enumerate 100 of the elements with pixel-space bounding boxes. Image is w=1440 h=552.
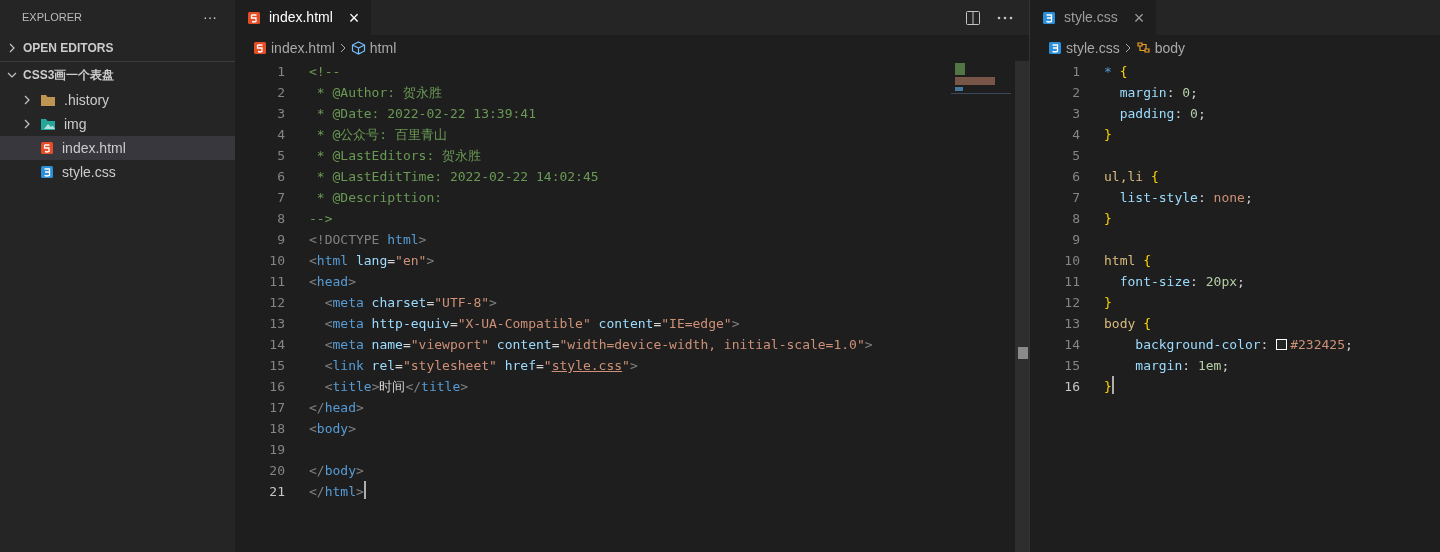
text-cursor	[363, 481, 366, 499]
code-text: >	[629, 357, 638, 375]
css-file-icon	[1042, 10, 1056, 25]
code-text: rel	[370, 357, 396, 375]
line-number: 4	[276, 126, 285, 144]
html-file-icon	[247, 10, 261, 25]
code-text: {	[1150, 168, 1159, 186]
code-text: list-style	[1118, 189, 1198, 207]
breadcrumb-item[interactable]: html	[369, 37, 397, 59]
line-number: 1	[1071, 63, 1080, 81]
editor-tab[interactable]: style.css ×	[1030, 0, 1157, 35]
chevron-right-icon	[7, 43, 17, 53]
close-icon[interactable]: ×	[348, 8, 360, 27]
code-text: * @LastEditors: 贺永胜	[315, 147, 482, 165]
line-number: 9	[276, 231, 285, 249]
code-text: none	[1213, 189, 1245, 207]
code-text: 0	[1182, 84, 1191, 102]
line-number: 13	[1063, 315, 1080, 333]
line-number: 14	[268, 336, 285, 354]
code-text: >	[731, 315, 740, 333]
code-text: >	[460, 378, 469, 396]
code-text: :	[1197, 189, 1207, 207]
line-number: 8	[276, 210, 285, 228]
code-text: margin	[1134, 357, 1183, 375]
scrollbar[interactable]	[1015, 61, 1029, 552]
close-icon[interactable]: ×	[1133, 8, 1145, 27]
code-text: >	[348, 420, 356, 438]
code-text: :	[1182, 357, 1192, 375]
line-number: 6	[276, 168, 285, 186]
line-number: 3	[276, 105, 285, 123]
code-text: >	[864, 336, 873, 354]
code-text: name	[370, 336, 403, 354]
line-number: 13	[268, 315, 285, 333]
code-text: "stylesheet"	[402, 357, 497, 375]
more-icon[interactable]: ···	[203, 7, 217, 28]
css-file-icon	[40, 165, 54, 179]
breadcrumb-item[interactable]: style.css	[1066, 37, 1120, 59]
code-text: >	[355, 462, 364, 480]
code-text: {	[1143, 252, 1151, 270]
code-text: html	[316, 252, 349, 270]
tree-item[interactable]: style.css	[0, 160, 235, 184]
code-text: title	[421, 378, 461, 396]
code-text: >	[355, 399, 364, 417]
code-text: http-equiv	[370, 315, 450, 333]
color-swatch[interactable]	[1276, 339, 1288, 350]
code-text: padding	[1118, 105, 1175, 123]
line-number: 2	[276, 84, 285, 102]
line-number: 7	[1071, 189, 1080, 207]
code-text: body	[1104, 315, 1137, 333]
code-text: content	[495, 336, 552, 354]
line-number: 16	[1063, 378, 1080, 396]
code-text: ;	[1237, 273, 1245, 291]
chevron-right-icon	[22, 119, 32, 129]
code-text: :	[1166, 84, 1176, 102]
line-number: 12	[268, 294, 285, 312]
code-text: "IE=edge"	[661, 315, 732, 333]
code-text: 20px	[1205, 273, 1238, 291]
code-text: meta	[332, 294, 364, 312]
code-text: content	[597, 315, 654, 333]
code-text: </	[309, 462, 325, 480]
breadcrumb-item[interactable]: index.html	[271, 37, 335, 59]
code-text: }	[1104, 210, 1112, 228]
section-header[interactable]: CSS3画一个表盘	[0, 62, 235, 88]
code-text: <	[309, 420, 317, 438]
section-header[interactable]: OPEN EDITORS	[0, 35, 235, 61]
code-text: <	[323, 336, 333, 354]
code-text: </	[309, 399, 325, 417]
code-text: "viewport"	[410, 336, 490, 354]
code-text: font-size	[1118, 273, 1191, 291]
code-text: -->	[309, 210, 333, 228]
more-icon[interactable]	[997, 15, 1013, 20]
breadcrumb-item[interactable]: body	[1154, 37, 1186, 59]
code-text: *	[1104, 63, 1113, 81]
tree-item[interactable]: index.html	[0, 136, 235, 160]
code-text: background-color	[1134, 336, 1261, 354]
css-file-icon	[1048, 41, 1062, 55]
split-editor-icon[interactable]	[965, 9, 981, 26]
code-text: :	[1260, 336, 1270, 354]
code-text: link	[332, 357, 364, 375]
code-text: margin	[1118, 84, 1167, 102]
code-text: </	[405, 378, 422, 396]
tree-item[interactable]: img	[0, 112, 235, 136]
editor-tab[interactable]: index.html ×	[235, 0, 372, 35]
code-text: style.css	[551, 357, 623, 375]
line-number: 18	[268, 420, 285, 438]
code-text: <	[323, 315, 333, 333]
code-text: }	[1104, 126, 1112, 144]
tree-item[interactable]: .history	[0, 88, 235, 112]
line-number: 17	[268, 399, 285, 417]
code-text: <	[323, 294, 333, 312]
code-text: >	[489, 294, 497, 312]
code-text: <!--	[309, 63, 341, 81]
code-text: ;	[1197, 105, 1206, 123]
line-number: 14	[1063, 336, 1080, 354]
line-number: 5	[1071, 147, 1080, 165]
code-text: html	[1104, 252, 1137, 270]
line-number: 8	[1071, 210, 1080, 228]
code-text: "en"	[395, 252, 427, 270]
code-text: charset	[370, 294, 427, 312]
code-text: =	[426, 294, 435, 312]
